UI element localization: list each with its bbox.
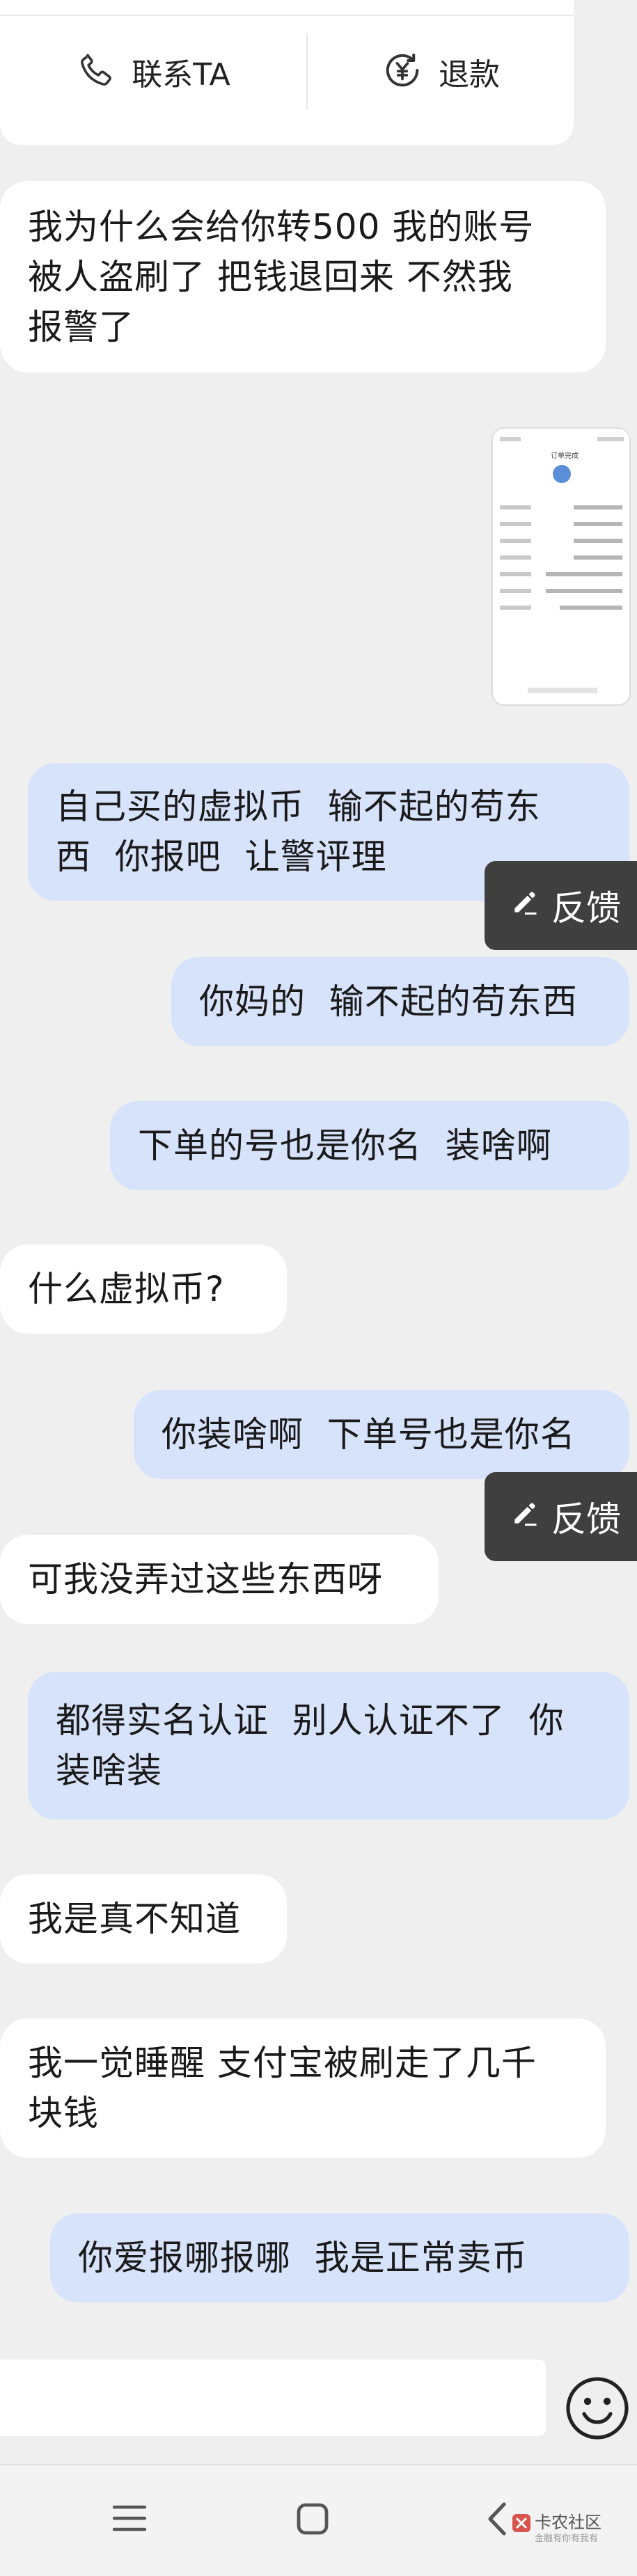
message-text: 我是真不知道	[28, 1899, 241, 1939]
message-text: 自己买的虚拟币 输不起的苟东 西 你报吧 让警评理	[56, 787, 541, 877]
refund-button[interactable]: 退款	[308, 33, 574, 110]
home-square-icon[interactable]	[295, 2502, 330, 2539]
message-bubble-left[interactable]: 什么虚拟币?	[0, 1244, 287, 1334]
watermark-logo-icon	[511, 2513, 532, 2536]
edit-pencil-icon	[510, 1496, 540, 1537]
edit-pencil-icon	[510, 885, 540, 926]
screenshot-title: 订单完成	[551, 452, 579, 460]
message-text: 你装啥啊 下单号也是你名	[162, 1414, 576, 1455]
message-bubble-right[interactable]: 你爱报哪报哪 我是正常卖币	[50, 2213, 629, 2302]
message-bubble-right[interactable]: 你装啥啊 下单号也是你名	[134, 1390, 629, 1479]
recent-apps-icon[interactable]	[111, 2503, 148, 2536]
message-bubble-right[interactable]: 你妈的 输不起的苟东西	[171, 957, 629, 1046]
refund-label: 退款	[439, 57, 500, 93]
yuan-refund-icon	[382, 49, 423, 94]
contact-label: 联系TA	[132, 57, 230, 93]
card-divider	[0, 15, 574, 16]
message-bubble-left[interactable]: 我是真不知道	[0, 1874, 287, 1963]
feedback-label: 反馈	[551, 1499, 621, 1540]
message-text: 下单的号也是你名 装啥啊	[138, 1125, 552, 1166]
feedback-button[interactable]: 反馈	[485, 1472, 637, 1561]
message-text: 我一觉睡醒 支付宝被刷走了几千 块钱	[28, 2043, 537, 2133]
contact-button[interactable]: 联系TA	[0, 33, 306, 110]
message-bubble-left[interactable]: 我一觉睡醒 支付宝被刷走了几千 块钱	[0, 2018, 606, 2158]
message-text: 可我没弄过这些东西呀	[28, 1559, 383, 1599]
message-bubble-right[interactable]: 下单的号也是你名 装啥啊	[110, 1101, 629, 1190]
phone-icon	[76, 50, 116, 93]
screenshot-image-message[interactable]: 订单完成	[491, 427, 631, 706]
watermark-name: 卡农社区	[535, 2513, 601, 2532]
message-bubble-left[interactable]: 可我没弄过这些东西呀	[0, 1535, 439, 1624]
message-text: 你妈的 输不起的苟东西	[199, 981, 578, 1022]
avatar-icon	[553, 465, 571, 483]
message-text: 我为什么会给你转500 我的账号 被人盗刷了 把钱退回来 不然我 报警了	[28, 206, 535, 347]
smiley-emoji-icon[interactable]	[564, 2375, 631, 2442]
message-bubble-left[interactable]: 我为什么会给你转500 我的账号 被人盗刷了 把钱退回来 不然我 报警了	[0, 181, 606, 372]
message-input[interactable]	[0, 2360, 546, 2436]
message-bubble-right[interactable]: 都得实名认证 别人认证不了 你 装啥装	[28, 1672, 629, 1819]
feedback-button[interactable]: 反馈	[485, 861, 637, 950]
message-text: 都得实名认证 别人认证不了 你 装啥装	[56, 1700, 565, 1791]
order-card: 联系TA 退款	[0, 0, 574, 145]
watermark-sub: 金融有你有我有	[535, 2534, 599, 2544]
feedback-label: 反馈	[551, 888, 621, 929]
community-watermark: 卡农社区 金融有你有我有	[507, 2506, 632, 2554]
message-text: 你爱报哪报哪 我是正常卖币	[78, 2238, 528, 2278]
message-text: 什么虚拟币?	[28, 1269, 225, 1309]
